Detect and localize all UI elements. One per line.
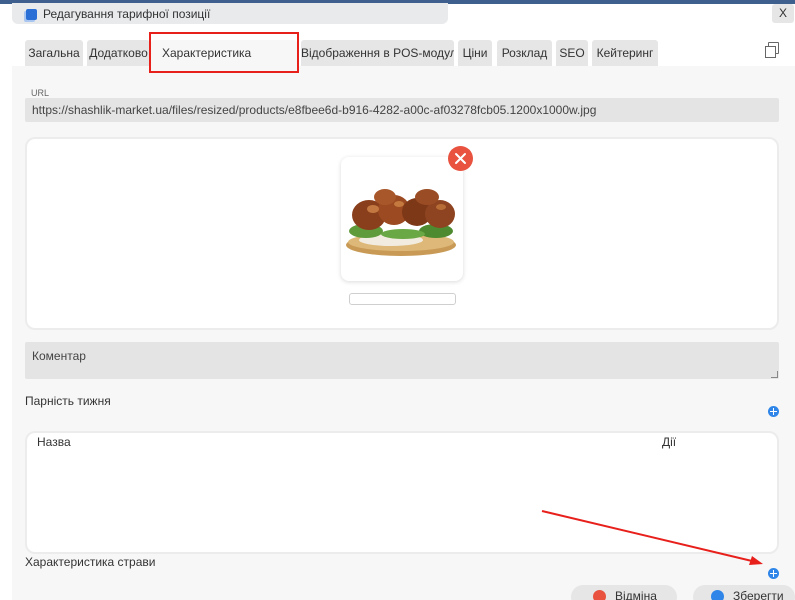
remove-image-button[interactable] <box>448 146 473 171</box>
resize-grip-icon[interactable] <box>771 371 778 378</box>
add-week-parity-icon[interactable] <box>768 406 779 417</box>
window-title: Редагування тарифної позиції <box>43 7 211 21</box>
tab-seo[interactable]: SEO <box>556 40 588 66</box>
tab-characteristic[interactable]: Характеристика <box>151 40 297 66</box>
comment-placeholder: Коментар <box>32 349 86 363</box>
tab-schedule[interactable]: Розклад <box>497 40 552 66</box>
check-icon <box>711 590 724 600</box>
tab-pos-display[interactable]: Відображення в POS-модулі <box>301 40 454 66</box>
tab-additional[interactable]: Додатково <box>87 40 150 66</box>
url-label: URL <box>31 88 50 98</box>
tab-prices[interactable]: Ціни <box>458 40 492 66</box>
save-button[interactable]: Зберегти <box>693 585 795 600</box>
window-titlebar: Редагування тарифної позиції <box>12 3 448 24</box>
cancel-icon <box>593 590 606 600</box>
characteristics-table <box>25 431 779 554</box>
tab-general[interactable]: Загальна <box>25 40 83 66</box>
image-caption-input[interactable] <box>349 293 456 305</box>
column-header-actions: Дії <box>662 435 677 449</box>
cancel-button[interactable]: Відміна <box>571 585 677 600</box>
add-dish-characteristic-icon[interactable] <box>768 568 779 579</box>
close-button[interactable]: X <box>772 4 794 23</box>
column-header-name: Назва <box>37 435 71 449</box>
week-parity-label: Парність тижня <box>25 394 111 408</box>
comment-textarea[interactable] <box>25 342 779 379</box>
cancel-label: Відміна <box>615 589 657 600</box>
tab-catering[interactable]: Кейтеринг <box>592 40 658 66</box>
close-icon <box>455 153 466 164</box>
window-icon <box>26 9 37 20</box>
dish-characteristic-label: Характеристика страви <box>25 555 156 569</box>
save-label: Зберегти <box>733 589 784 600</box>
product-image <box>346 165 456 265</box>
image-preview-card <box>341 157 463 281</box>
copy-icon[interactable] <box>765 42 779 58</box>
url-input[interactable]: https://shashlik-market.ua/files/resized… <box>25 98 779 122</box>
